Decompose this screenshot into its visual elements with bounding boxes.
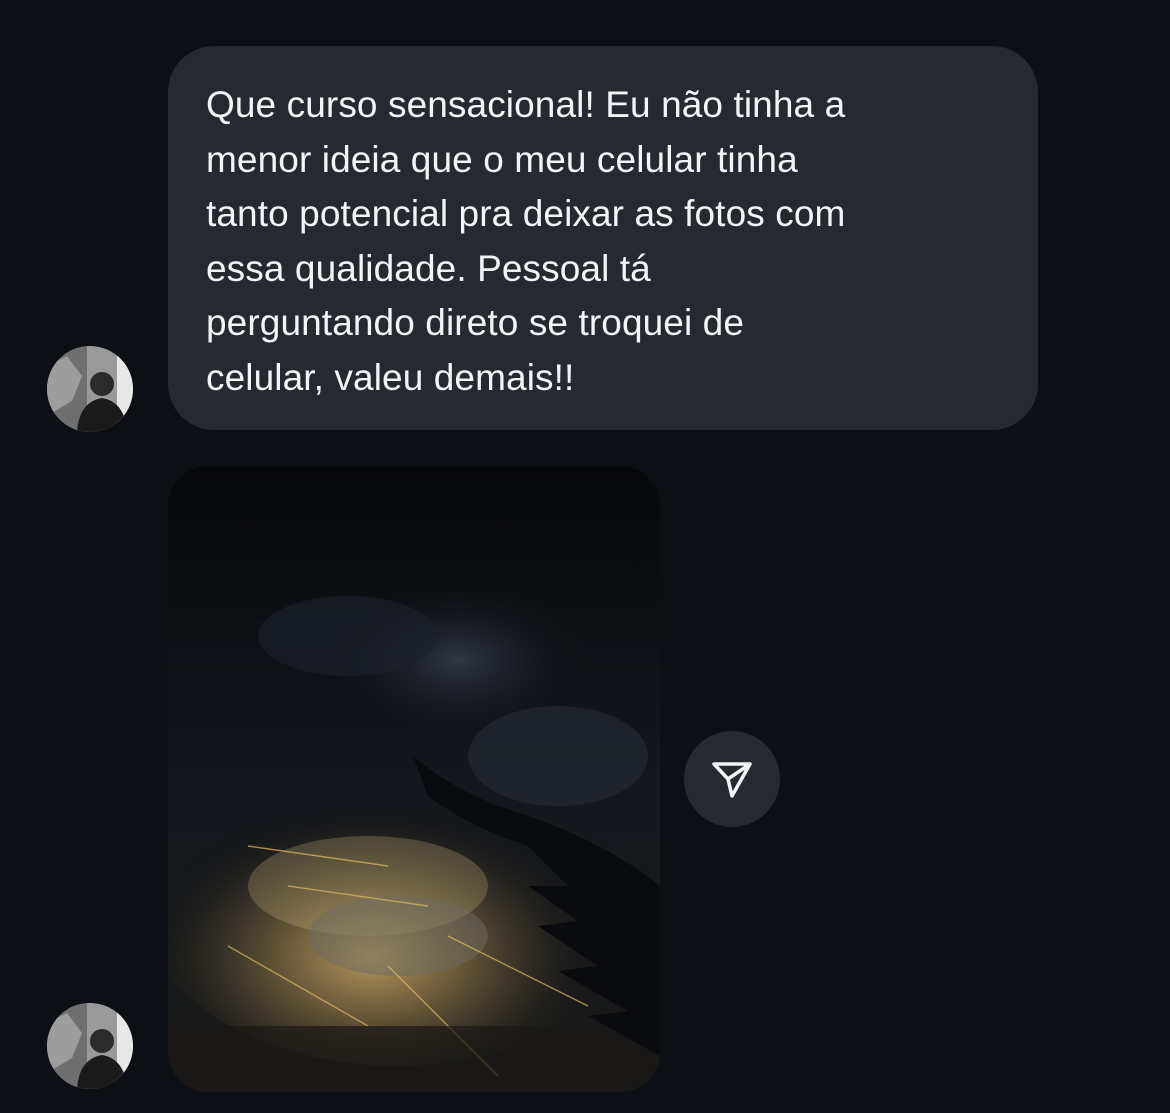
share-button[interactable] [684,731,780,827]
message-line: Que curso sensacional! Eu não tinha a [206,84,846,125]
message-line: essa qualidade. Pessoal tá [206,247,651,289]
message-line: tanto potencial pra deixar as fotos com [206,193,846,234]
message-line: menor ideia que o meu celular tinha [206,138,798,180]
message-bubble[interactable]: Que curso sensacional! Eu não tinha a me… [168,46,1038,430]
avatar-image [47,1003,133,1089]
message-line: celular, valeu demais!! [206,356,575,398]
chat-thread: Que curso sensacional! Eu não tinha a me… [0,0,1170,1113]
photo-airplane-wing-night-city [168,466,660,1092]
message-line: perguntando direto se troquei de [206,302,745,343]
avatar-image [47,346,133,432]
photo-attachment[interactable] [168,466,660,1092]
message-text: Que curso sensacional! Eu não tinha a me… [206,78,1000,405]
paper-plane-icon [712,762,752,798]
avatar[interactable] [47,1003,133,1089]
avatar[interactable] [47,346,133,432]
